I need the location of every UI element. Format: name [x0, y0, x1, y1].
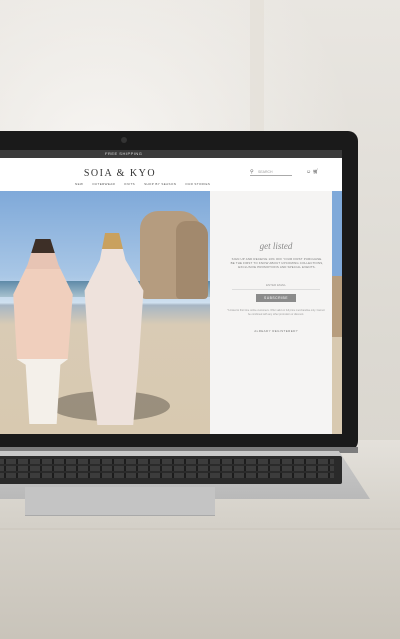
- brand-logo[interactable]: SOIA & KYO: [0, 168, 250, 179]
- nav-item-shop-by-season[interactable]: SHOP BY SEASON: [144, 182, 176, 186]
- keyboard-row: [0, 473, 334, 478]
- search-box[interactable]: ⚲ SEARCH: [250, 169, 292, 176]
- webcam: [121, 137, 127, 143]
- main-nav: NEW OUTERWEAR KNITS SHOP BY SEASON OUR S…: [75, 182, 210, 186]
- header-icons: ☺ 🛒︎: [306, 169, 319, 175]
- cart-icon[interactable]: 🛒︎: [313, 169, 319, 175]
- keyboard-row: [0, 466, 334, 471]
- nav-item-outerwear[interactable]: OUTERWEAR: [92, 182, 115, 186]
- newsletter-fine-print: *Limited to first time online customers.…: [227, 309, 325, 316]
- newsletter-panel: get listed SIGN UP AND RECEIVE 10% OFF Y…: [210, 191, 342, 434]
- desk-edge: [0, 528, 400, 530]
- newsletter-copy: SIGN UP AND RECEIVE 10% OFF YOUR FIRST P…: [230, 257, 324, 270]
- hero-image[interactable]: [0, 191, 210, 434]
- hero-image-right-edge: [332, 191, 342, 434]
- hero-rock-shadow: [176, 221, 208, 299]
- nav-item-new[interactable]: NEW: [75, 182, 83, 186]
- search-input[interactable]: SEARCH: [258, 170, 273, 174]
- newsletter-title: get listed: [259, 241, 293, 251]
- promo-topbar: FREE SHIPPING: [0, 150, 342, 158]
- account-icon[interactable]: ☺: [306, 169, 311, 175]
- subscribe-button[interactable]: SUBSCRIBE: [256, 294, 296, 302]
- keyboard-row: [0, 459, 334, 464]
- promo-topbar-text: FREE SHIPPING: [105, 151, 143, 156]
- nav-item-our-stories[interactable]: OUR STORIES: [185, 182, 210, 186]
- laptop-screen: FREE SHIPPING SOIA & KYO ⚲ SEARCH ☺ 🛒︎ N…: [0, 150, 342, 434]
- email-field[interactable]: ENTER EMAIL: [232, 283, 320, 290]
- keyboard: [0, 456, 342, 484]
- trackpad: [25, 487, 215, 516]
- search-icon: ⚲: [250, 169, 254, 175]
- nav-item-knits[interactable]: KNITS: [124, 182, 135, 186]
- already-registered-link[interactable]: ALREADY REGISTERED?: [210, 329, 342, 333]
